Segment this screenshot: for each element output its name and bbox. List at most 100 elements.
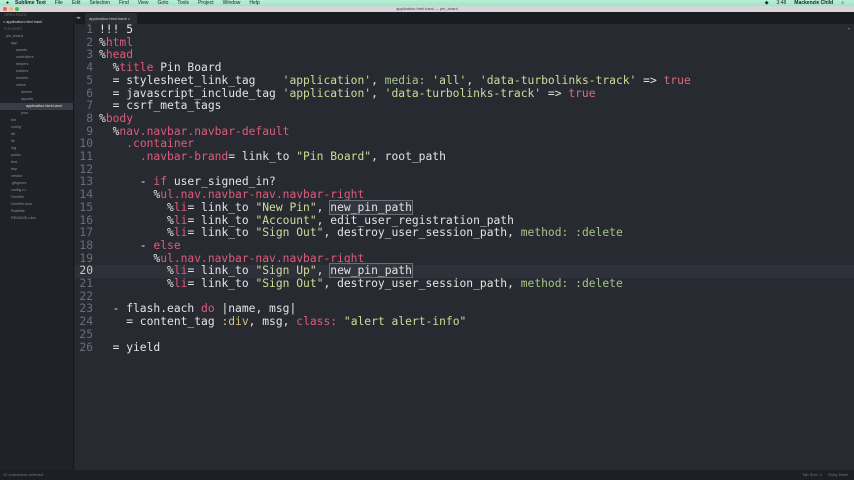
code-token: = link_to xyxy=(187,277,256,290)
code-token: = link_to xyxy=(187,213,256,227)
sidebar-item[interactable]: tmp xyxy=(0,166,73,173)
code-token: , xyxy=(316,264,331,278)
code-token: |name, msg| xyxy=(214,302,297,316)
sidebar-item[interactable]: helpers xyxy=(0,61,73,68)
code-editor[interactable]: ▾ 1!!! 5 2 %html 3 %head 4 %title Pin Board 5 … xyxy=(75,23,854,470)
code-token: - flash.each xyxy=(99,302,202,316)
status-selection: 12 characters selected xyxy=(3,472,44,477)
sidebar-item[interactable]: Gemfile xyxy=(0,194,73,201)
code-token: 'application' xyxy=(282,86,372,100)
code-line[interactable]: 21 %li= link_to "Sign Out", destroy_user… xyxy=(75,277,854,291)
sidebar-item[interactable]: assets xyxy=(0,47,73,54)
sidebar-item[interactable]: app xyxy=(0,40,73,47)
code-line[interactable]: 26 = yield xyxy=(75,340,854,355)
code-token: "Pin Board" xyxy=(296,150,372,163)
code-token: html xyxy=(105,35,134,49)
sidebar-item[interactable]: models xyxy=(0,75,73,82)
sidebar-item[interactable]: vendor xyxy=(0,173,73,180)
tab-bar: ◂▸ application.html.haml × xyxy=(75,12,854,24)
sidebar-item[interactable]: config.ru xyxy=(0,187,73,194)
tab-nav-arrows-icon[interactable]: ◂▸ xyxy=(76,12,81,24)
code-token: .container xyxy=(126,137,195,151)
code-token: => xyxy=(541,86,569,100)
code-token: , root_path xyxy=(371,150,446,163)
line-number: 5 xyxy=(86,73,93,87)
code-text: .navbar-brand= link_to "Pin Board", root… xyxy=(99,150,446,164)
sidebar-item[interactable]: db xyxy=(0,131,73,138)
code-token: "alert alert-info" xyxy=(343,315,467,329)
code-token: "New Pin" xyxy=(255,200,317,214)
code-token: Pin Board xyxy=(153,61,222,75)
line-number: 26 xyxy=(79,340,93,354)
code-token: = link_to xyxy=(187,200,256,214)
code-token: , destroy_user_session_path, xyxy=(323,277,521,290)
code-token: "Sign Out" xyxy=(255,226,324,240)
code-token: true xyxy=(663,73,691,87)
sidebar-item[interactable]: mailers xyxy=(0,68,73,75)
code-token: = content_tag xyxy=(99,315,222,329)
code-text: = content_tag :div, msg, class: "alert a… xyxy=(99,315,467,329)
code-token: li xyxy=(173,277,188,290)
line-number: 18 xyxy=(79,238,93,252)
code-token: , destroy_user_session_path, xyxy=(323,226,521,240)
sidebar-item[interactable]: Gemfile.lock xyxy=(0,201,73,208)
code-token: % xyxy=(99,213,174,227)
code-text: = yield xyxy=(99,341,161,355)
sidebar-item[interactable]: bin xyxy=(0,117,73,124)
line-number: 25 xyxy=(79,327,93,341)
sidebar-item[interactable]: layouts xyxy=(0,96,73,103)
sidebar-item[interactable]: log xyxy=(0,145,73,152)
code-token: li xyxy=(173,213,188,227)
sidebar-item[interactable]: pins xyxy=(0,110,73,117)
code-token: = csrf_meta_tags xyxy=(99,99,222,113)
open-files-header: OPEN FILES xyxy=(4,13,27,17)
sidebar-item[interactable]: test xyxy=(0,159,73,166)
open-file-label: application.html.haml xyxy=(6,20,42,24)
indentation-setting[interactable]: Tab Size: 2 xyxy=(802,470,822,480)
sidebar-item[interactable]: application.html.haml xyxy=(0,103,73,110)
code-token: = stylesheet_link_tag xyxy=(99,73,283,87)
code-line[interactable]: 17 %li= link_to "Sign Out", destroy_user… xyxy=(75,226,854,240)
sidebar-item[interactable]: views xyxy=(0,82,73,89)
code-line[interactable]: 2 %html xyxy=(75,35,854,50)
sidebar-item[interactable]: lib xyxy=(0,138,73,145)
code-line[interactable]: 24 = content_tag :div, msg, class: "aler… xyxy=(75,315,854,329)
code-token: , xyxy=(371,73,385,87)
code-token: 'application' xyxy=(282,73,372,87)
code-token: media: xyxy=(384,73,426,87)
code-token: , xyxy=(466,73,480,87)
code-line[interactable]: 7 = csrf_meta_tags xyxy=(75,99,854,113)
sidebar-item[interactable]: pin_board xyxy=(0,33,73,40)
sidebar-item[interactable]: README.rdoc xyxy=(0,215,73,222)
sidebar-item[interactable]: public xyxy=(0,152,73,159)
code-token: title xyxy=(119,61,154,75)
code-token: else xyxy=(153,238,181,252)
code-token: nav.navbar.navbar-default xyxy=(119,124,290,138)
sidebar-item[interactable]: config xyxy=(0,124,73,131)
code-token: % xyxy=(99,124,120,138)
open-file-item[interactable]: × application.html.haml xyxy=(0,19,73,26)
code-token: % xyxy=(99,35,106,49)
close-window-button[interactable] xyxy=(3,7,7,11)
minimize-window-button[interactable] xyxy=(9,7,13,11)
code-token: :div xyxy=(221,315,249,329)
code-line[interactable]: 25 xyxy=(75,327,854,342)
code-line[interactable]: 11 .navbar-brand= link_to "Pin Board", r… xyxy=(75,150,854,164)
tab-close-icon[interactable]: × xyxy=(128,16,130,21)
zoom-window-button[interactable] xyxy=(15,7,19,11)
sidebar-item[interactable]: Rakefile xyxy=(0,208,73,215)
sidebar-item[interactable]: controllers xyxy=(0,54,73,61)
code-token: head xyxy=(105,48,134,62)
code-line[interactable]: 1 !!! 5 xyxy=(75,23,854,37)
syntax-selector[interactable]: Ruby Haml xyxy=(828,470,848,480)
sidebar-item[interactable]: .gitignore xyxy=(0,180,73,187)
line-number: 1 xyxy=(86,23,93,36)
code-token: new_pin_path xyxy=(329,263,413,279)
code-token: % xyxy=(99,226,174,240)
sidebar: OPEN FILES × application.html.haml FOLDE… xyxy=(0,12,74,470)
code-token: li xyxy=(173,264,188,278)
sidebar-item[interactable]: devise xyxy=(0,89,73,96)
code-token: 'data-turbolinks-track' xyxy=(384,86,542,100)
